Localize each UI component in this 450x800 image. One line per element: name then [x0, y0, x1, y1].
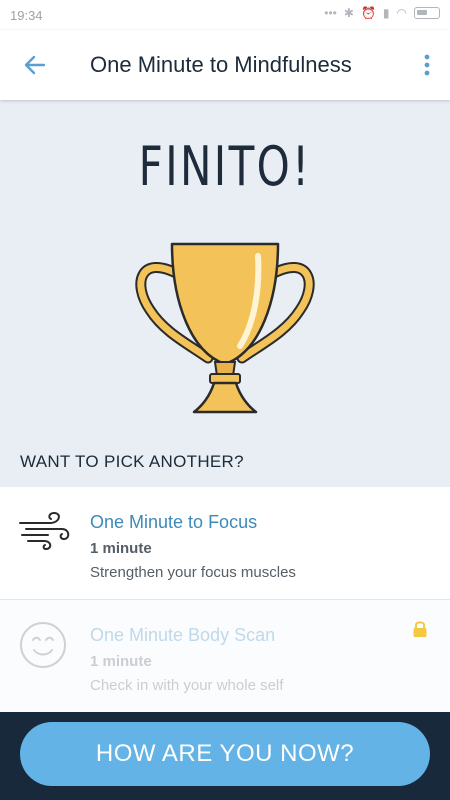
signal-icon: ▮	[382, 6, 390, 20]
back-button[interactable]	[18, 50, 52, 80]
page-title: One Minute to Mindfulness	[90, 52, 352, 77]
meditation-list: One Minute to Focus 1 minute Strengthen …	[0, 487, 450, 713]
item-description: Check in with your whole self	[90, 677, 284, 694]
status-icons: ••• ✱ ⏰ ▮ ◠	[324, 6, 440, 20]
list-item-focus[interactable]: One Minute to Focus 1 minute Strengthen …	[0, 487, 450, 600]
more-options-button[interactable]	[418, 50, 436, 80]
alarm-icon: ⏰	[360, 6, 376, 20]
wifi-icon: ◠	[396, 6, 407, 20]
status-time: 19:34	[10, 8, 43, 23]
smiley-face-icon	[20, 622, 66, 668]
dots-icon: •••	[324, 6, 337, 20]
section-label: WANT TO PICK ANOTHER?	[20, 452, 244, 471]
item-duration: 1 minute	[90, 653, 152, 670]
app-bar: One Minute to Mindfulness	[0, 30, 450, 100]
item-duration: 1 minute	[90, 540, 152, 557]
battery-icon	[414, 7, 440, 19]
item-title: One Minute to Focus	[90, 512, 258, 532]
item-description: Strengthen your focus muscles	[90, 564, 296, 581]
more-vertical-icon	[424, 54, 430, 76]
how-are-you-now-button[interactable]: HOW ARE YOU NOW?	[20, 722, 430, 786]
arrow-left-icon	[24, 55, 46, 75]
completion-headline: FINITO!	[138, 135, 312, 198]
trophy-icon	[135, 242, 315, 414]
item-title: One Minute Body Scan	[90, 625, 276, 645]
status-bar: 19:34 ••• ✱ ⏰ ▮ ◠	[0, 0, 450, 30]
lock-icon	[413, 621, 427, 637]
bluetooth-icon: ✱	[343, 6, 354, 20]
wind-icon	[19, 511, 70, 551]
list-item-body-scan[interactable]: One Minute Body Scan 1 minute Check in w…	[0, 600, 450, 713]
